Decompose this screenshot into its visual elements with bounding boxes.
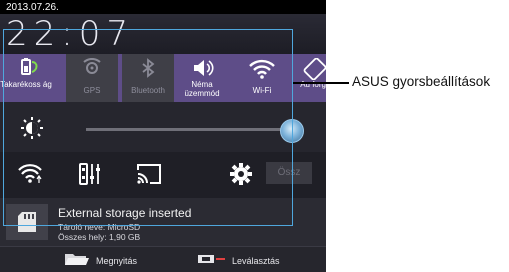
status-date: 2013.07.26.: [6, 2, 59, 13]
open-button[interactable]: Megnyitás: [96, 256, 137, 266]
unmount-button[interactable]: Leválasztás: [232, 256, 280, 266]
notification-storage-size: Összes hely: 1,90 GB: [58, 232, 141, 242]
unmount-icon[interactable]: [198, 254, 226, 264]
status-bar: 2013.07.26.: [0, 0, 326, 14]
phone-screen: 2013.07.26. 22:07 Takarékoss ág GPS Blue…: [0, 0, 326, 272]
quick-settings-highlight-frame: [3, 29, 293, 226]
auto-rotate-icon: [303, 58, 326, 80]
callout-label: ASUS gyorsbeállítások: [352, 74, 491, 89]
callout-line: [293, 82, 349, 84]
folder-open-icon[interactable]: [64, 252, 90, 266]
tile-auto-rotate[interactable]: Au forg: [296, 54, 326, 102]
